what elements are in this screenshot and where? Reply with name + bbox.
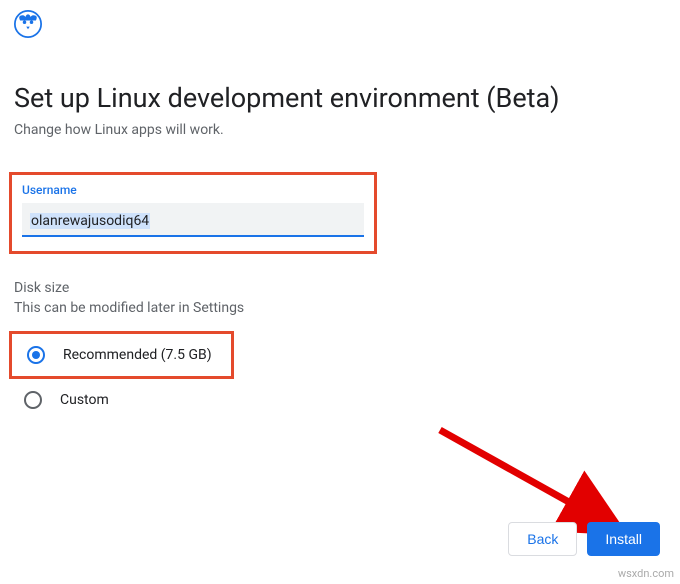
- radio-unselected-icon: [24, 391, 42, 409]
- footer-actions: Back Install: [508, 522, 660, 556]
- username-section: Username olanrewajusodiq64: [9, 172, 377, 254]
- disk-size-label: Disk size: [14, 280, 69, 296]
- recommended-label: Recommended (7.5 GB): [63, 347, 212, 363]
- username-label: Username: [22, 183, 364, 197]
- custom-label: Custom: [60, 392, 109, 408]
- username-value: olanrewajusodiq64: [30, 213, 150, 229]
- penguin-logo-icon: [14, 10, 42, 38]
- disk-option-recommended[interactable]: Recommended (7.5 GB): [9, 331, 234, 379]
- watermark: wsxdn.com: [618, 567, 674, 580]
- page-title: Set up Linux development environment (Be…: [14, 82, 560, 114]
- disk-size-sublabel: This can be modified later in Settings: [14, 300, 244, 316]
- back-button[interactable]: Back: [508, 522, 577, 556]
- page-subtitle: Change how Linux apps will work.: [14, 122, 224, 138]
- disk-option-custom[interactable]: Custom: [24, 391, 109, 409]
- radio-selected-icon: [27, 346, 45, 364]
- install-button[interactable]: Install: [587, 522, 660, 556]
- username-input[interactable]: olanrewajusodiq64: [22, 203, 364, 237]
